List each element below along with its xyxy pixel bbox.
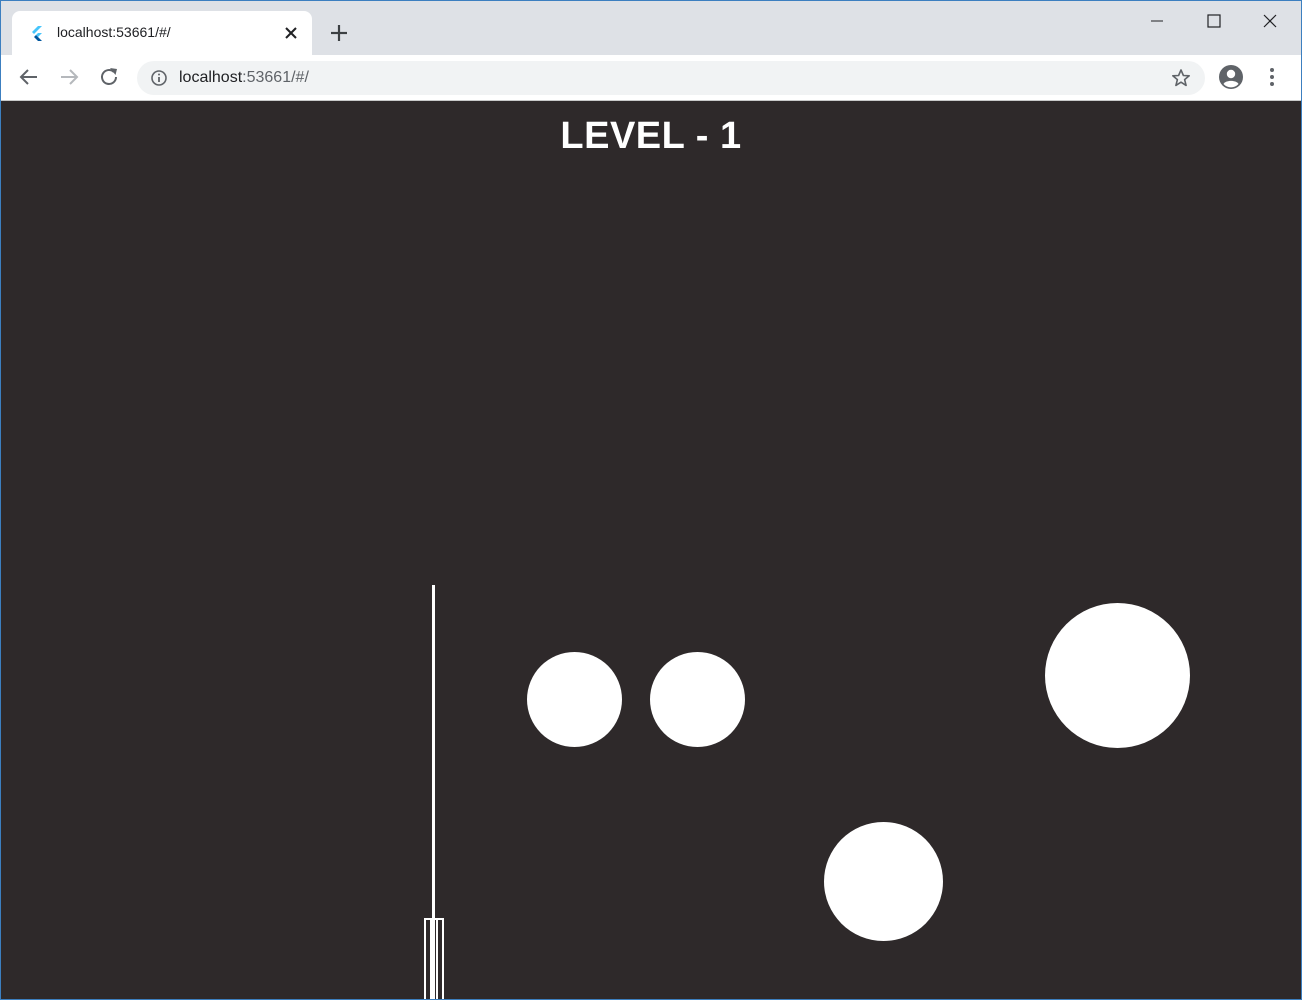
more-vert-icon[interactable] [1259,64,1285,90]
maximize-icon[interactable] [1197,6,1231,36]
ball [824,822,943,941]
arrow-right-icon[interactable] [56,64,82,90]
close-icon[interactable] [281,23,301,43]
minimize-icon[interactable] [1140,6,1174,36]
tab-title: localhost:53661/#/ [57,24,171,40]
plus-icon[interactable] [326,20,352,46]
browser-window: localhost:53661/#/ localhost:53661/#/ LE… [0,0,1302,1000]
url-text[interactable]: localhost:53661/#/ [179,69,309,87]
close-icon[interactable] [1253,6,1287,36]
level-title: LEVEL - 1 [560,115,742,157]
address-bar[interactable]: localhost:53661/#/ [137,61,1205,95]
ball [1045,603,1190,748]
game-canvas[interactable]: LEVEL - 1 [1,101,1301,1000]
browser-toolbar: localhost:53661/#/ [1,55,1301,101]
tab-strip: localhost:53661/#/ [1,1,1301,55]
url-host: localhost [179,69,243,86]
reload-icon[interactable] [96,64,122,90]
ball [650,652,745,747]
ball [527,652,622,747]
url-rest: :53661/#/ [242,69,309,86]
arrow-left-icon[interactable] [16,64,42,90]
player-cannon[interactable] [424,918,444,1000]
info-icon[interactable] [150,69,168,87]
star-icon[interactable] [1171,68,1191,88]
account-circle-icon[interactable] [1218,64,1244,90]
tab-active[interactable]: localhost:53661/#/ [12,11,312,55]
flutter-icon [32,26,42,41]
